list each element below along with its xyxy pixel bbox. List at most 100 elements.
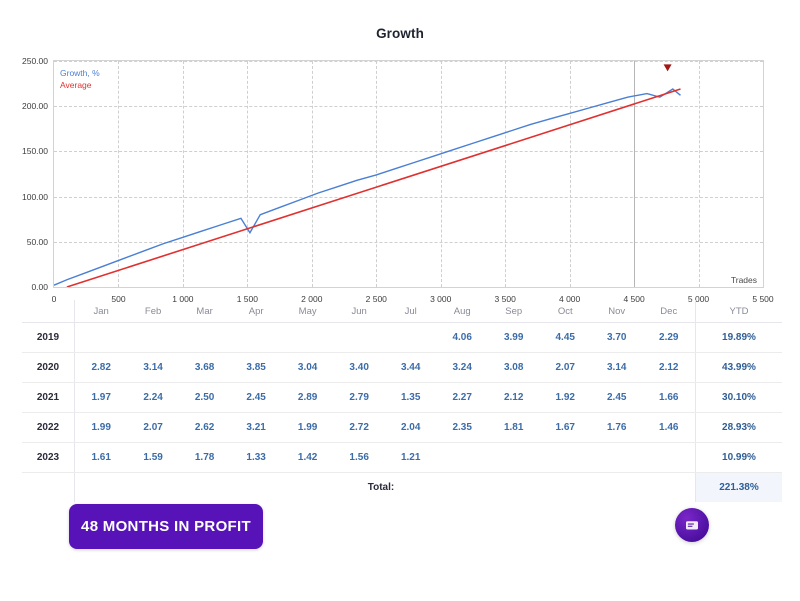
table-header-dec: Dec: [643, 300, 696, 323]
table-header-year: [22, 300, 75, 323]
cell-aug: 4.06: [436, 323, 488, 353]
cell-apr: 3.85: [230, 353, 282, 383]
table-header-jun: Jun: [333, 300, 385, 323]
cell-feb: 2.07: [127, 413, 179, 443]
table-header-mar: Mar: [179, 300, 231, 323]
cell-apr: 3.21: [230, 413, 282, 443]
cell-oct: 2.07: [539, 353, 591, 383]
chat-widget-button[interactable]: [675, 508, 709, 542]
chart-series-layer: [54, 61, 763, 287]
cell-jul: 2.04: [385, 413, 437, 443]
cell-jun: 1.56: [333, 443, 385, 473]
cell-may: 3.04: [282, 353, 334, 383]
legend-item-average: Average: [60, 79, 100, 91]
table-total-row: Total: 221.38%: [22, 473, 782, 503]
series-line-average: [67, 89, 681, 287]
table-row: 20194.063.994.453.702.2919.89%: [22, 323, 782, 353]
table-footer: Total: 221.38%: [22, 473, 782, 503]
growth-chart: Growth, % Average Trades 0.00 50.00 100.00…: [0, 55, 800, 295]
cell-may: 1.99: [282, 413, 334, 443]
cell-nov: 3.70: [591, 323, 643, 353]
table-header-oct: Oct: [539, 300, 591, 323]
cell-mar: [179, 323, 231, 353]
y-tick-label: 200.00: [0, 101, 48, 111]
y-tick-label: 100.00: [0, 192, 48, 202]
cell-apr: 1.33: [230, 443, 282, 473]
cell-jan: 1.61: [75, 443, 128, 473]
y-tick-label: 50.00: [0, 237, 48, 247]
row-year: 2019: [22, 323, 75, 353]
cell-jun: [333, 323, 385, 353]
cell-sep: 1.81: [488, 413, 540, 443]
cell-jan: 1.97: [75, 383, 128, 413]
cell-jan: [75, 323, 128, 353]
cell-mar: 3.68: [179, 353, 231, 383]
table-row: 20221.992.072.623.211.992.722.042.351.81…: [22, 413, 782, 443]
cell-aug: 3.24: [436, 353, 488, 383]
table-header-nov: Nov: [591, 300, 643, 323]
cell-jul: 3.44: [385, 353, 437, 383]
cell-ytd: 10.99%: [696, 443, 783, 473]
table-row: 20211.972.242.502.452.892.791.352.272.12…: [22, 383, 782, 413]
cell-aug: 2.35: [436, 413, 488, 443]
cell-jan: 1.99: [75, 413, 128, 443]
cell-oct: 4.45: [539, 323, 591, 353]
cell-jul: 1.35: [385, 383, 437, 413]
cell-jul: [385, 323, 437, 353]
table-header-row: JanFebMarAprMayJunJulAugSepOctNovDecYTD: [22, 300, 782, 323]
cell-dec: 2.12: [643, 353, 696, 383]
cell-sep: 3.08: [488, 353, 540, 383]
months-in-profit-badge[interactable]: 48 MONTHS IN PROFIT: [69, 504, 263, 549]
table-header-sep: Sep: [488, 300, 540, 323]
cell-may: 1.42: [282, 443, 334, 473]
monthly-performance-table: JanFebMarAprMayJunJulAugSepOctNovDecYTD …: [22, 300, 782, 502]
cell-mar: 2.62: [179, 413, 231, 443]
cell-nov: 2.45: [591, 383, 643, 413]
cell-ytd: 19.89%: [696, 323, 783, 353]
table-body: 20194.063.994.453.702.2919.89%20202.823.…: [22, 323, 782, 473]
y-tick-label: 250.00: [0, 56, 48, 66]
table-header-may: May: [282, 300, 334, 323]
cell-mar: 1.78: [179, 443, 231, 473]
cell-feb: 1.59: [127, 443, 179, 473]
cell-dec: 1.66: [643, 383, 696, 413]
total-value: 221.38%: [696, 473, 783, 503]
table-header-feb: Feb: [127, 300, 179, 323]
table-row: 20202.823.143.683.853.043.403.443.243.08…: [22, 353, 782, 383]
table-header-jul: Jul: [385, 300, 437, 323]
total-spacer: [22, 473, 75, 503]
cell-sep: [488, 443, 540, 473]
y-tick-label: 0.00: [0, 282, 48, 292]
cell-jul: 1.21: [385, 443, 437, 473]
table-header-apr: Apr: [230, 300, 282, 323]
chart-legend: Growth, % Average: [60, 67, 100, 91]
y-tick-label: 150.00: [0, 146, 48, 156]
cell-jun: 3.40: [333, 353, 385, 383]
cell-jun: 2.79: [333, 383, 385, 413]
row-year: 2022: [22, 413, 75, 443]
x-axis-label: Trades: [731, 275, 757, 285]
page-title: Growth: [0, 26, 800, 41]
chat-bubble-icon: [683, 516, 701, 534]
cell-nov: 3.14: [591, 353, 643, 383]
table-header: JanFebMarAprMayJunJulAugSepOctNovDecYTD: [22, 300, 782, 323]
cell-aug: [436, 443, 488, 473]
cell-jan: 2.82: [75, 353, 128, 383]
cell-jun: 2.72: [333, 413, 385, 443]
table-header-jan: Jan: [75, 300, 128, 323]
cell-feb: [127, 323, 179, 353]
cell-oct: [539, 443, 591, 473]
series-line-growth: [54, 89, 681, 285]
cell-ytd: 28.93%: [696, 413, 783, 443]
page-root: Growth Growth, % Average Trades 0.00 50.0…: [0, 0, 800, 601]
cell-nov: 1.76: [591, 413, 643, 443]
cell-ytd: 43.99%: [696, 353, 783, 383]
cell-mar: 2.50: [179, 383, 231, 413]
cell-feb: 2.24: [127, 383, 179, 413]
table-row: 20231.611.591.781.331.421.561.2110.99%: [22, 443, 782, 473]
total-label: Total:: [75, 473, 696, 503]
cell-may: 2.89: [282, 383, 334, 413]
cell-oct: 1.67: [539, 413, 591, 443]
cell-apr: 2.45: [230, 383, 282, 413]
cell-ytd: 30.10%: [696, 383, 783, 413]
